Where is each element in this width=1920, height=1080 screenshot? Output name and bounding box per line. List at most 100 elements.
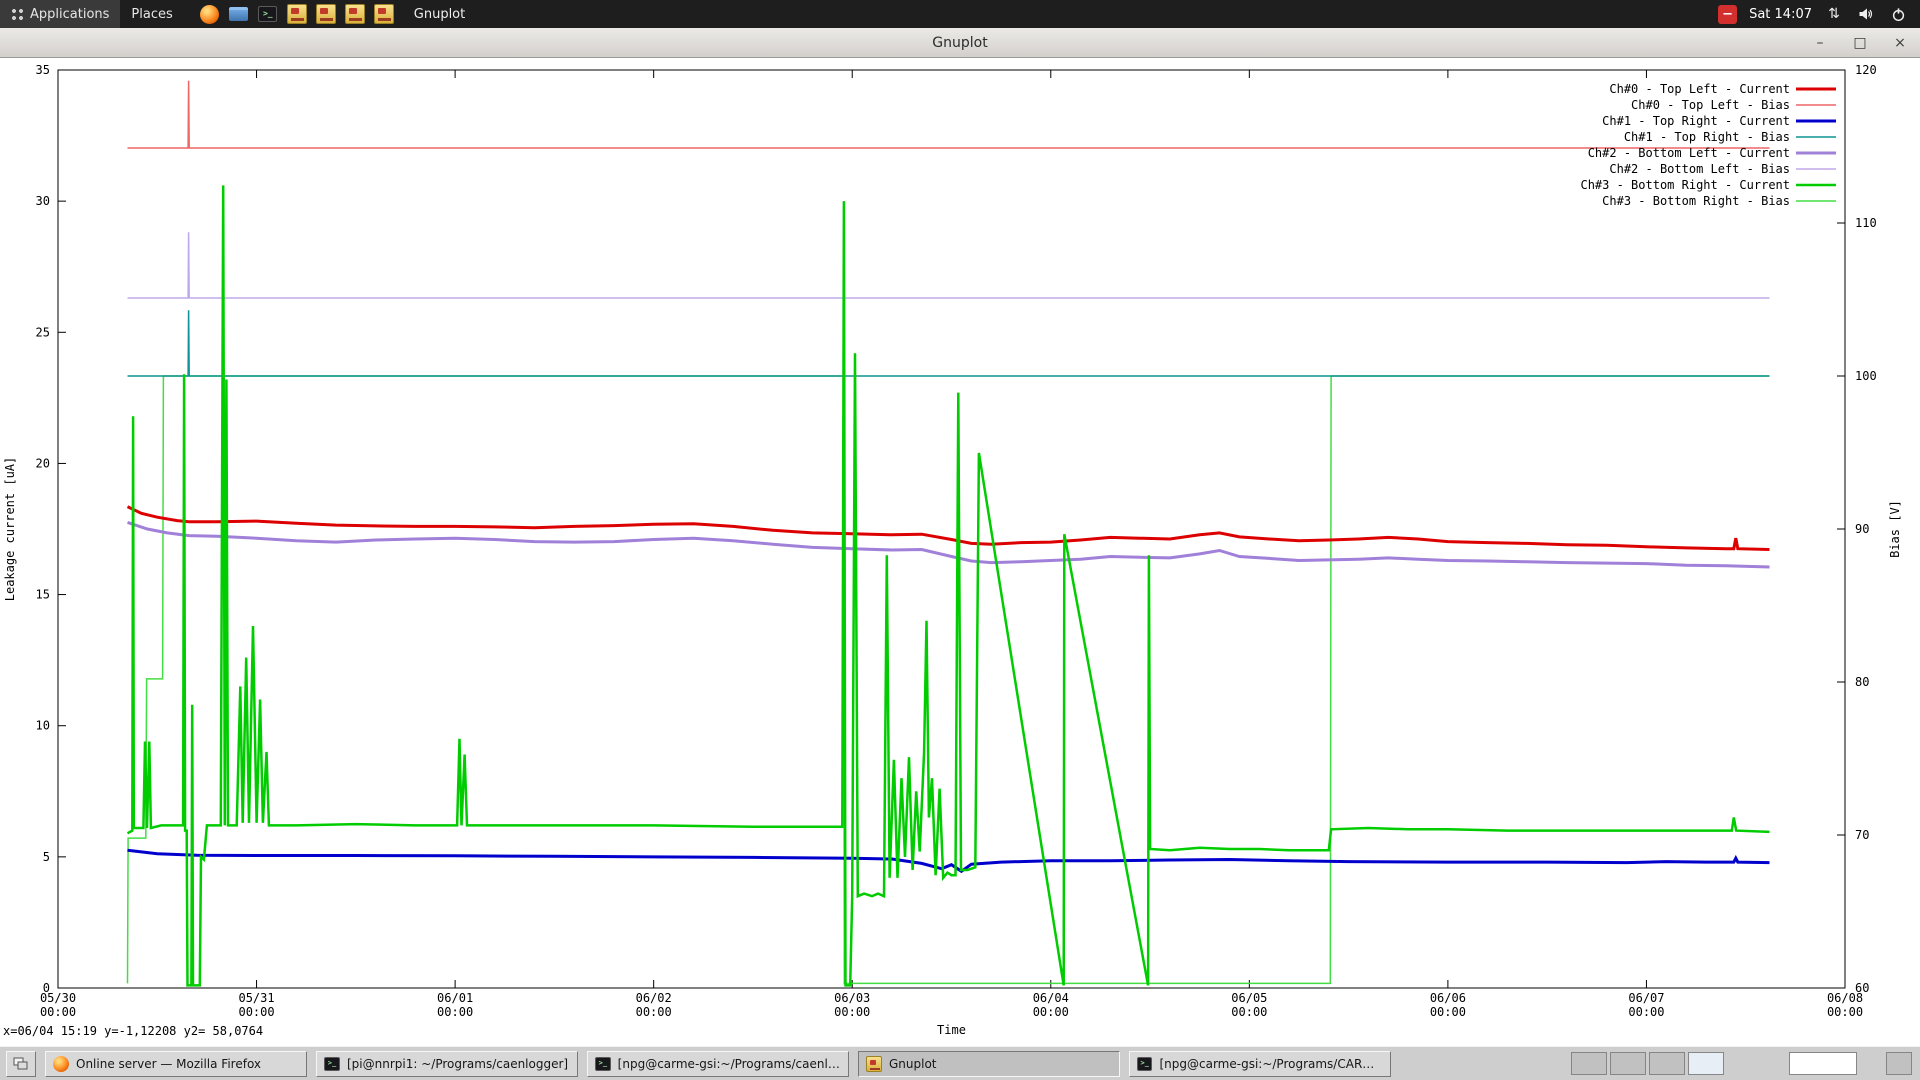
svg-text:15: 15 bbox=[36, 588, 50, 602]
svg-text:35: 35 bbox=[36, 63, 50, 77]
window-title: Gnuplot bbox=[0, 35, 1920, 51]
terminal-icon: >_ bbox=[1137, 1057, 1152, 1071]
panel-launchers: >_ bbox=[200, 4, 394, 24]
window-controls: – □ × bbox=[1800, 28, 1920, 57]
workspace-switcher[interactable] bbox=[1571, 1052, 1724, 1075]
gnuplot-launcher-icon bbox=[374, 4, 394, 24]
gnuplot-launcher-2[interactable] bbox=[316, 4, 336, 24]
network-icon[interactable]: ⇅ bbox=[1824, 4, 1844, 24]
legend-label: Ch#0 - Top Left - Bias bbox=[1631, 98, 1790, 112]
svg-text:06/07: 06/07 bbox=[1628, 991, 1664, 1005]
gnuplot-window-canvas: 05101520253035Leakage current [uA]607080… bbox=[0, 58, 1920, 1046]
svg-text:110: 110 bbox=[1855, 216, 1877, 230]
applications-menu-label: Applications bbox=[30, 7, 109, 22]
svg-text:25: 25 bbox=[36, 325, 50, 339]
series-lines bbox=[128, 81, 1770, 986]
svg-text:30: 30 bbox=[36, 194, 50, 208]
applications-menu-icon bbox=[11, 8, 24, 21]
taskbar: Online server — Mozilla Firefox >_ [pi@n… bbox=[0, 1046, 1920, 1080]
y-axis-left: 05101520253035Leakage current [uA] bbox=[3, 63, 66, 995]
y-axis-right: 60708090100110120Bias [V] bbox=[1837, 63, 1902, 995]
gnuplot-launcher-icon bbox=[345, 4, 365, 24]
taskbar-item-label: [npg@carme-gsi:~/Programs/CARME... bbox=[1159, 1057, 1383, 1071]
show-desktop-button[interactable] bbox=[6, 1051, 36, 1077]
workspace-cell-4[interactable] bbox=[1688, 1052, 1724, 1075]
taskbar-item-terminal-npg-2[interactable]: >_ [npg@carme-gsi:~/Programs/CARME... bbox=[1129, 1051, 1391, 1077]
gnuplot-launcher-4[interactable] bbox=[374, 4, 394, 24]
svg-text:00:00: 00:00 bbox=[1827, 1005, 1863, 1019]
gnuplot-launcher-1[interactable] bbox=[287, 4, 307, 24]
taskbar-item-label: Gnuplot bbox=[889, 1057, 937, 1071]
taskbar-item-gnuplot[interactable]: Gnuplot bbox=[858, 1051, 1120, 1077]
series-ch-1-top-right-current bbox=[128, 850, 1770, 871]
svg-text:06/01: 06/01 bbox=[437, 991, 473, 1005]
taskbar-end-box bbox=[1886, 1052, 1912, 1075]
svg-text:00:00: 00:00 bbox=[636, 1005, 672, 1019]
svg-text:5: 5 bbox=[43, 850, 50, 864]
maximize-button[interactable]: □ bbox=[1840, 28, 1880, 57]
panel-clock[interactable]: Sat 14:07 bbox=[1749, 7, 1812, 22]
svg-text:10: 10 bbox=[36, 719, 50, 733]
y-axis-left-title: Leakage current [uA] bbox=[3, 457, 17, 602]
gnuplot-launcher-icon bbox=[287, 4, 307, 24]
window-titlebar[interactable]: Gnuplot – □ × bbox=[0, 28, 1920, 58]
legend-label: Ch#2 - Bottom Left - Current bbox=[1588, 146, 1790, 160]
svg-text:06/05: 06/05 bbox=[1231, 991, 1267, 1005]
do-not-disturb-icon[interactable]: − bbox=[1718, 5, 1737, 24]
places-menu-label: Places bbox=[131, 7, 172, 22]
terminal-icon: >_ bbox=[324, 1057, 340, 1071]
legend-label: Ch#1 - Top Right - Bias bbox=[1624, 130, 1790, 144]
volume-icon[interactable] bbox=[1856, 4, 1876, 24]
taskbar-item-terminal-pi[interactable]: >_ [pi@nnrpi1: ~/Programs/caenlogger] bbox=[316, 1051, 578, 1077]
minimize-button[interactable]: – bbox=[1800, 28, 1840, 57]
series-ch-0-top-left-bias bbox=[128, 81, 1770, 148]
svg-text:06/03: 06/03 bbox=[834, 991, 870, 1005]
svg-text:06/04: 06/04 bbox=[1033, 991, 1069, 1005]
workspace-cell-2[interactable] bbox=[1610, 1052, 1646, 1075]
places-menu[interactable]: Places bbox=[120, 0, 183, 28]
svg-text:06/08: 06/08 bbox=[1827, 991, 1863, 1005]
workspace-cell-1[interactable] bbox=[1571, 1052, 1607, 1075]
workspace-cell-3[interactable] bbox=[1649, 1052, 1685, 1075]
taskbar-item-firefox[interactable]: Online server — Mozilla Firefox bbox=[45, 1051, 307, 1077]
svg-text:00:00: 00:00 bbox=[437, 1005, 473, 1019]
svg-text:90: 90 bbox=[1855, 522, 1869, 536]
svg-text:80: 80 bbox=[1855, 675, 1869, 689]
close-button[interactable]: × bbox=[1880, 28, 1920, 57]
firefox-launcher[interactable] bbox=[200, 4, 220, 24]
svg-text:70: 70 bbox=[1855, 828, 1869, 842]
svg-text:06/02: 06/02 bbox=[636, 991, 672, 1005]
panel-status-area: − Sat 14:07 ⇅ bbox=[1718, 4, 1920, 24]
taskbar-item-terminal-npg-1[interactable]: >_ [npg@carme-gsi:~/Programs/caenlo... bbox=[587, 1051, 849, 1077]
gnuplot-launcher-3[interactable] bbox=[345, 4, 365, 24]
power-icon[interactable] bbox=[1888, 4, 1908, 24]
plot-area[interactable]: 05101520253035Leakage current [uA]607080… bbox=[0, 58, 1920, 1046]
legend-label: Ch#3 - Bottom Right - Current bbox=[1580, 178, 1790, 192]
taskbar-item-label: Online server — Mozilla Firefox bbox=[76, 1057, 261, 1071]
series-ch-3-bottom-right-bias bbox=[128, 376, 1770, 983]
file-manager-launcher[interactable] bbox=[229, 4, 249, 24]
gnuplot-icon bbox=[866, 1056, 882, 1072]
svg-text:00:00: 00:00 bbox=[834, 1005, 870, 1019]
svg-text:00:00: 00:00 bbox=[1628, 1005, 1664, 1019]
svg-text:00:00: 00:00 bbox=[1231, 1005, 1267, 1019]
svg-text:06/06: 06/06 bbox=[1430, 991, 1466, 1005]
svg-text:05/31: 05/31 bbox=[238, 991, 274, 1005]
svg-text:00:00: 00:00 bbox=[1430, 1005, 1466, 1019]
top-panel: Applications Places >_ Gnuplot − Sat 14:… bbox=[0, 0, 1920, 28]
legend-label: Ch#0 - Top Left - Current bbox=[1609, 82, 1790, 96]
show-desktop-icon bbox=[13, 1057, 29, 1071]
panel-app-label: Gnuplot bbox=[414, 7, 465, 22]
applications-menu[interactable]: Applications bbox=[0, 0, 120, 28]
terminal-launcher[interactable]: >_ bbox=[258, 4, 278, 24]
series-ch-2-bottom-left-bias bbox=[128, 232, 1770, 298]
series-ch-0-top-left-current bbox=[128, 507, 1770, 550]
svg-text:100: 100 bbox=[1855, 369, 1877, 383]
plot-border bbox=[58, 70, 1845, 988]
firefox-icon bbox=[200, 5, 219, 24]
svg-text:05/30: 05/30 bbox=[40, 991, 76, 1005]
taskbar-item-label: [pi@nnrpi1: ~/Programs/caenlogger] bbox=[347, 1057, 568, 1071]
svg-text:00:00: 00:00 bbox=[40, 1005, 76, 1019]
gnuplot-launcher-icon bbox=[316, 4, 336, 24]
mouse-coordinate-readout: x=06/04 15:19 y=-1,12208 y2= 58,0764 bbox=[3, 1024, 263, 1038]
